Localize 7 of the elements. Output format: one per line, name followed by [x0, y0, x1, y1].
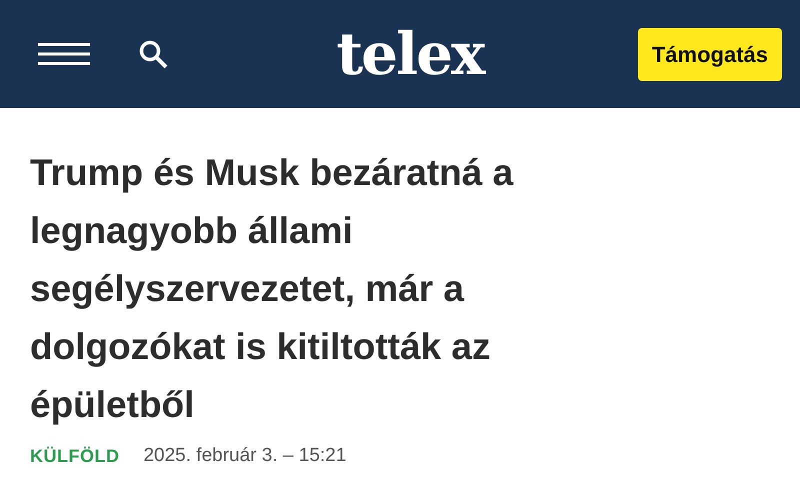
support-button[interactable]: Támogatás [638, 28, 782, 80]
headline: Trump és Musk bezáratná a legnagyobb állami segélyszervezetet, már a dolgozókat is kitiltották az épületből [30, 151, 514, 427]
category-link[interactable]: KÜLFÖLD [30, 442, 120, 470]
publish-date: 2025. február 3. – 15:21 [143, 444, 346, 468]
search-icon[interactable] [138, 39, 168, 69]
logo[interactable]: telex [336, 25, 484, 83]
menu-icon[interactable] [38, 42, 90, 66]
